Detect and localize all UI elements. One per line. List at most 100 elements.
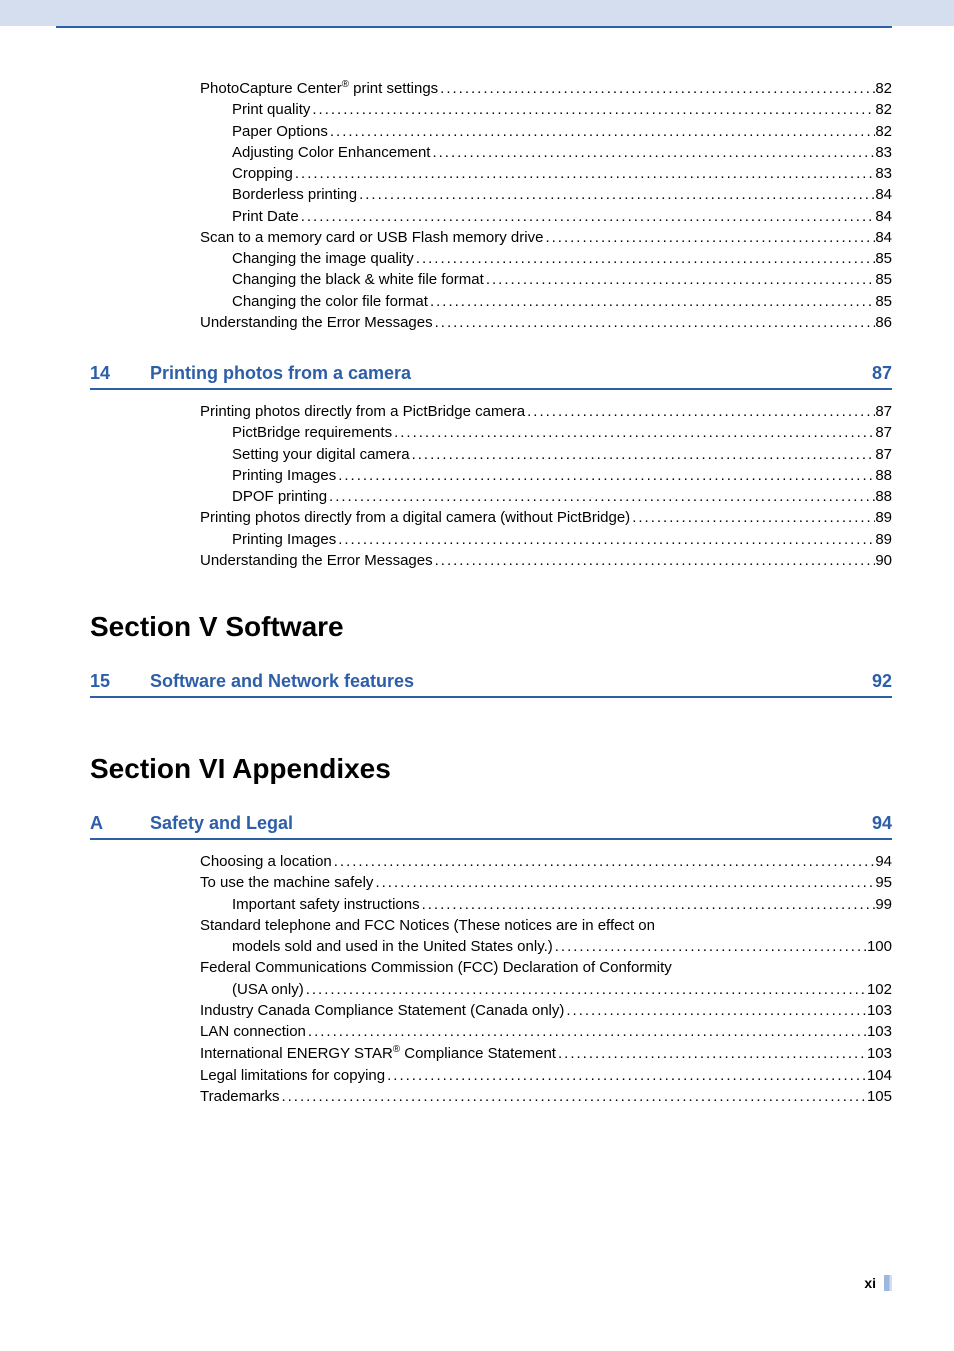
toc-page: 103	[867, 1044, 892, 1064]
toc-entry[interactable]: Standard telephone and FCC Notices (Thes…	[200, 916, 892, 936]
chapter-page: 92	[872, 671, 892, 692]
toc-label: Federal Communications Commission (FCC) …	[200, 958, 672, 978]
toc-label: Choosing a location	[200, 852, 332, 872]
toc-block-ch14: Printing photos directly from a PictBrid…	[200, 402, 892, 571]
toc-label: Standard telephone and FCC Notices (Thes…	[200, 916, 655, 936]
toc-leader-dots	[525, 402, 875, 422]
toc-leader-dots	[553, 937, 867, 957]
toc-entry[interactable]: Understanding the Error Messages 86	[200, 313, 892, 333]
toc-entry[interactable]: DPOF printing88	[232, 487, 892, 507]
toc-page: 83	[875, 164, 892, 184]
toc-label: models sold and used in the United State…	[232, 937, 553, 957]
chapter-14-header[interactable]: 14 Printing photos from a camera 87	[90, 363, 892, 390]
toc-entry[interactable]: Printing photos directly from a PictBrid…	[200, 402, 892, 422]
toc-entry[interactable]: Cropping 83	[232, 164, 892, 184]
page-footer: xi	[864, 1275, 892, 1291]
toc-leader-dots	[430, 143, 875, 163]
toc-entry[interactable]: International ENERGY STAR® Compliance St…	[200, 1043, 892, 1064]
toc-page: 85	[875, 270, 892, 290]
toc-entry[interactable]: Borderless printing84	[232, 185, 892, 205]
page-number: xi	[864, 1275, 876, 1291]
toc-page: 95	[875, 873, 892, 893]
toc-leader-dots	[564, 1001, 867, 1021]
toc-entry[interactable]: Paper Options 82	[232, 122, 892, 142]
toc-entry[interactable]: Print Date84	[232, 207, 892, 227]
toc-page: 84	[875, 185, 892, 205]
section-v-title: Section V Software	[90, 611, 892, 643]
toc-entry[interactable]: Changing the black & white file format 8…	[232, 270, 892, 290]
toc-leader-dots	[438, 79, 875, 99]
toc-entry[interactable]: Scan to a memory card or USB Flash memor…	[200, 228, 892, 248]
toc-entry[interactable]: Important safety instructions99	[232, 895, 892, 915]
toc-label: Understanding the Error Messages	[200, 313, 433, 333]
toc-label: Cropping	[232, 164, 293, 184]
toc-entry[interactable]: PictBridge requirements 87	[232, 423, 892, 443]
toc-entry[interactable]: Adjusting Color Enhancement83	[232, 143, 892, 163]
footer-tab-icon	[884, 1275, 892, 1291]
toc-leader-dots	[336, 466, 875, 486]
toc-leader-dots	[328, 122, 875, 142]
toc-page: 89	[875, 508, 892, 528]
toc-leader-dots	[304, 980, 867, 1000]
toc-entry-continuation[interactable]: (USA only) 102	[232, 980, 892, 1000]
toc-leader-dots	[357, 185, 875, 205]
toc-page: 102	[867, 980, 892, 1000]
toc-entry[interactable]: Changing the image quality 85	[232, 249, 892, 269]
toc-label: Changing the image quality	[232, 249, 414, 269]
toc-entry[interactable]: To use the machine safely 95	[200, 873, 892, 893]
toc-page: 87	[875, 445, 892, 465]
toc-entry[interactable]: Setting your digital camera 87	[232, 445, 892, 465]
toc-entry[interactable]: Printing Images89	[232, 530, 892, 550]
toc-page: 82	[875, 122, 892, 142]
toc-label: Understanding the Error Messages	[200, 551, 433, 571]
chapter-number: 14	[90, 363, 150, 384]
toc-page: 82	[875, 100, 892, 120]
toc-label: Important safety instructions	[232, 895, 420, 915]
toc-page: 84	[875, 228, 892, 248]
toc-label: Legal limitations for copying	[200, 1066, 385, 1086]
toc-label: Print quality	[232, 100, 310, 120]
toc-label: Printing Images	[232, 466, 336, 486]
toc-entry[interactable]: Choosing a location 94	[200, 852, 892, 872]
toc-entry[interactable]: Understanding the Error Messages 90	[200, 551, 892, 571]
toc-leader-dots	[332, 852, 876, 872]
toc-leader-dots	[410, 445, 876, 465]
toc-label: Trademarks	[200, 1087, 279, 1107]
toc-leader-dots	[279, 1087, 867, 1107]
toc-page: 86	[875, 313, 892, 333]
chapter-a-header[interactable]: A Safety and Legal 94	[90, 813, 892, 840]
toc-entry[interactable]: Trademarks105	[200, 1087, 892, 1107]
toc-entry[interactable]: PhotoCapture Center® print settings 82	[200, 78, 892, 99]
toc-page: 90	[875, 551, 892, 571]
toc-block-appendix-a: Choosing a location 94To use the machine…	[200, 852, 892, 1107]
toc-entry-continuation[interactable]: models sold and used in the United State…	[232, 937, 892, 957]
toc-entry[interactable]: Printing Images88	[232, 466, 892, 486]
toc-entry[interactable]: LAN connection 103	[200, 1022, 892, 1042]
toc-entry[interactable]: Federal Communications Commission (FCC) …	[200, 958, 892, 978]
page-content: PhotoCapture Center® print settings 82Pr…	[0, 28, 954, 1107]
toc-entry[interactable]: Printing photos directly from a digital …	[200, 508, 892, 528]
toc-label: Scan to a memory card or USB Flash memor…	[200, 228, 543, 248]
toc-entry[interactable]: Industry Canada Compliance Statement (Ca…	[200, 1001, 892, 1021]
toc-leader-dots	[373, 873, 875, 893]
chapter-page: 94	[872, 813, 892, 834]
chapter-title: Software and Network features	[150, 671, 872, 692]
toc-label: To use the machine safely	[200, 873, 373, 893]
toc-leader-dots	[414, 249, 876, 269]
toc-page: 94	[875, 852, 892, 872]
toc-entry[interactable]: Print quality 82	[232, 100, 892, 120]
toc-leader-dots	[420, 895, 876, 915]
toc-leader-dots	[543, 228, 875, 248]
toc-label: Setting your digital camera	[232, 445, 410, 465]
chapter-15-header[interactable]: 15 Software and Network features 92	[90, 671, 892, 698]
toc-label: International ENERGY STAR® Compliance St…	[200, 1043, 556, 1064]
toc-leader-dots	[392, 423, 875, 443]
toc-label: PhotoCapture Center® print settings	[200, 78, 438, 99]
toc-page: 85	[875, 249, 892, 269]
toc-leader-dots	[293, 164, 875, 184]
toc-leader-dots	[299, 207, 876, 227]
section-vi-title: Section VI Appendixes	[90, 753, 892, 785]
toc-entry[interactable]: Legal limitations for copying 104	[200, 1066, 892, 1086]
toc-entry[interactable]: Changing the color file format85	[232, 292, 892, 312]
toc-label: Paper Options	[232, 122, 328, 142]
